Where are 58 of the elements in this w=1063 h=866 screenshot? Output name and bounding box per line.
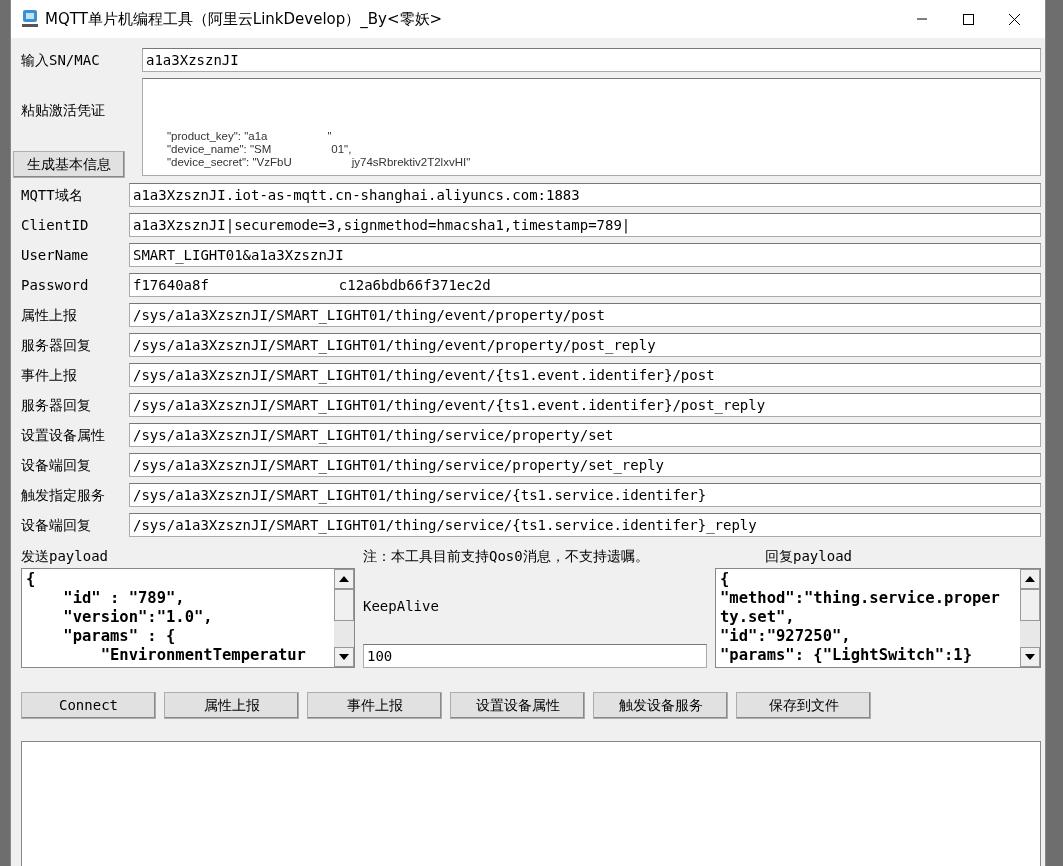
action-button[interactable]: 触发设备服务 [593,692,728,719]
field-label: UserName [21,245,90,265]
credential-text: "product_key": "a1a [167,130,268,143]
input-field[interactable]: /sys/a1a3XzsznJI/SMART_LIGHT01/thing/service/property/set_reply [129,453,1041,477]
window-title: MQTT单片机编程工具（阿里云LinkDevelop）_By<零妖> [45,8,443,30]
input-field[interactable]: /sys/a1a3XzsznJI/SMART_LIGHT01/thing/service/{ts1.service.identifer}_reply [129,513,1041,537]
field-label: 设置设备属性 [21,425,106,445]
credential-text: "device_name": "SM [167,143,272,156]
scroll-down-icon[interactable] [339,654,349,660]
sn-input-field[interactable]: a1a3XzsznJI [142,48,1041,72]
credential-text: " [327,130,332,143]
reply-payload-area[interactable]: { "method":"thing.service.proper ty.set", "id":"927250", "params": {"LightSwitch":1} [715,568,1041,668]
field-label: ClientID [21,215,90,235]
input-field[interactable]: /sys/a1a3XzsznJI/SMART_LIGHT01/thing/event/property/post_reply [129,333,1041,357]
field-label: 设备端回复 [21,455,92,475]
action-button[interactable]: 事件上报 [307,692,442,719]
field-label: MQTT域名 [21,185,84,205]
input-field[interactable]: /sys/a1a3XzsznJI/SMART_LIGHT01/thing/event/{ts1.event.identifer}/post [129,363,1041,387]
credential-text: jy74sRbrektiv2T2lxvHI" [351,156,471,169]
input-field[interactable]: f17640a8f c12a6bdb66f371ec2d [129,273,1041,297]
close-icon[interactable] [1007,12,1021,26]
field-label: 粘贴激活凭证 [21,101,106,120]
scrollbar[interactable] [334,569,354,667]
maximize-icon[interactable] [961,12,975,26]
generate-button[interactable]: 生成基本信息 [13,151,125,178]
action-button[interactable]: 属性上报 [164,692,299,719]
scroll-down-icon[interactable] [1025,654,1035,660]
credential-text: 01", [331,143,352,156]
input-field[interactable]: a1a3XzsznJI.iot-as-mqtt.cn-shanghai.aliyuncs.com:1883 [129,183,1041,207]
field-label: 输入SN/MAC [21,50,101,70]
payload-label: 回复payload [765,546,852,566]
keepalive-input-field[interactable]: 100 [363,644,707,668]
input-field[interactable]: a1a3XzsznJI|securemode=3,signmethod=hmacsha1,timestamp=789| [129,213,1041,237]
payload-label: 发送payload [21,546,108,566]
field-label: Password [21,275,90,295]
field-label: 服务器回复 [21,395,92,415]
action-button[interactable]: Connect [21,692,156,719]
action-button[interactable]: 保存到文件 [736,692,871,719]
keepalive-label: KeepAlive [363,596,439,616]
field-label: 设备端回复 [21,515,92,535]
credentials-text-area[interactable]: "product_key": "a1a " "device_name": "SM 01", "device_secret": "VzFbU jy74sRbrektiv2T2lxvHI" [142,78,1041,176]
scrollbar[interactable] [1020,569,1040,667]
credential-text: "device_secret": "VzFbU [167,156,292,169]
field-label: 属性上报 [21,305,78,325]
field-label: 服务器回复 [21,335,92,355]
field-label: 触发指定服务 [21,485,106,505]
field-label: 事件上报 [21,365,78,385]
input-field[interactable]: SMART_LIGHT01&a1a3XzsznJI [129,243,1041,267]
input-field[interactable]: /sys/a1a3XzsznJI/SMART_LIGHT01/thing/service/{ts1.service.identifer} [129,483,1041,507]
scroll-up-icon[interactable] [1025,576,1035,582]
send-payload-area[interactable]: { "id" : "789", "version":"1.0", "params" : { "EnvironmentTemperatur [21,568,355,668]
action-button[interactable]: 设置设备属性 [450,692,585,719]
input-field[interactable]: /sys/a1a3XzsznJI/SMART_LIGHT01/thing/event/{ts1.event.identifer}/post_reply [129,393,1041,417]
note-text: 注：本工具目前支持Qos0消息，不支持遗嘱。 [363,546,649,566]
input-field[interactable]: /sys/a1a3XzsznJI/SMART_LIGHT01/thing/event/property/post [129,303,1041,327]
scroll-up-icon[interactable] [339,576,349,582]
input-field[interactable]: /sys/a1a3XzsznJI/SMART_LIGHT01/thing/service/property/set [129,423,1041,447]
app-icon [21,9,39,29]
